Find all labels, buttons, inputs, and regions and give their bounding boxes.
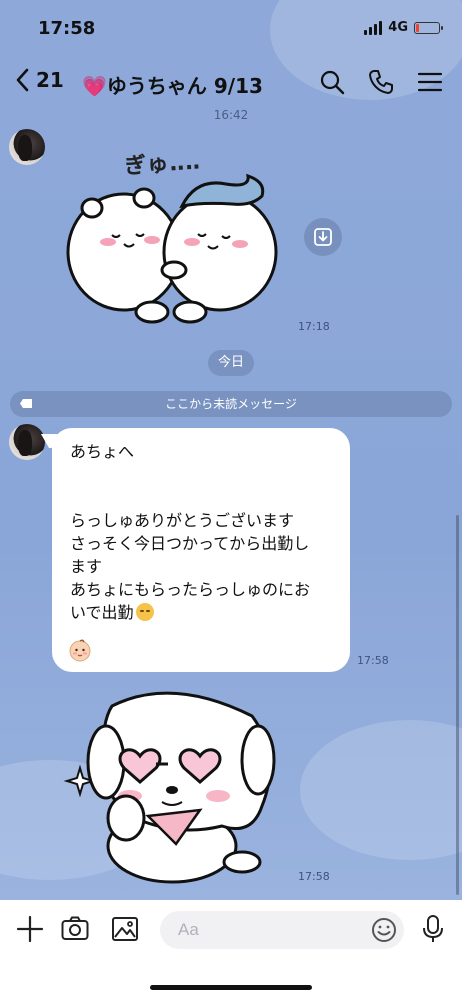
download-icon	[314, 228, 332, 246]
avatar[interactable]	[9, 424, 45, 460]
signal-icon	[364, 20, 383, 35]
scrollbar[interactable]	[456, 515, 459, 895]
emoji-icon[interactable]	[370, 916, 398, 944]
unread-divider-label: ここから未読メッセージ	[165, 397, 297, 411]
unread-count: 21	[36, 68, 64, 92]
message-line	[70, 463, 334, 486]
baby-emoji	[69, 639, 91, 662]
message-time: 17:58	[357, 654, 389, 667]
message-input[interactable]	[160, 911, 404, 949]
hug-sticker[interactable]: ぎゅ‥‥	[62, 140, 282, 330]
status-bar: 17:58 4G	[0, 0, 462, 58]
tag-icon	[20, 399, 32, 408]
camera-icon[interactable]	[60, 914, 90, 944]
unread-divider: ここから未読メッセージ	[10, 391, 452, 417]
back-button[interactable]: 21	[14, 66, 64, 94]
dog-sticker[interactable]	[62, 686, 282, 886]
battery-icon	[414, 21, 443, 34]
chat-title[interactable]: 💗ゆうちゃん 9/13	[82, 70, 263, 99]
message-time: 16:42	[213, 108, 249, 122]
chat-header: 21 💗ゆうちゃん 9/13	[0, 58, 462, 108]
message-line: いで出勤	[70, 603, 134, 622]
message-line: らっしゅありがとうございます	[70, 511, 295, 530]
message-time: 17:18	[298, 320, 330, 333]
message-line	[70, 486, 334, 509]
message-line: ます	[70, 557, 103, 576]
home-indicator[interactable]	[150, 985, 312, 990]
date-divider: 今日	[208, 350, 254, 376]
message-line: さっそく今日つかってから出勤し	[70, 534, 310, 553]
microphone-icon[interactable]	[418, 914, 448, 944]
search-icon[interactable]	[318, 68, 346, 96]
message-bubble[interactable]: あちょへ らっしゅありがとうございます さっそく今日つかってから出勤し ます あ…	[52, 428, 350, 672]
hug-sticker-illustration	[66, 173, 278, 324]
chat-screen: 17:58 4G 21 💗ゆうちゃん 9/13 16:42 ぎゅ‥‥ 17:18…	[0, 0, 462, 900]
background-cloud	[300, 720, 462, 860]
message-line: あちょへ	[70, 442, 135, 461]
image-icon[interactable]	[110, 914, 140, 944]
plus-icon[interactable]	[15, 914, 45, 944]
dog-sticker-illustration	[63, 691, 276, 884]
chevron-left-icon	[16, 68, 29, 92]
status-time: 17:58	[38, 18, 96, 39]
pensive-face-emoji	[135, 603, 154, 621]
avatar[interactable]	[9, 129, 45, 165]
message-time: 17:58	[298, 870, 330, 883]
phone-icon[interactable]	[367, 68, 395, 96]
download-button[interactable]	[304, 218, 342, 256]
menu-icon[interactable]	[416, 68, 444, 96]
network-label: 4G	[388, 20, 408, 35]
message-line: あちょにもらったらっしゅのにお	[70, 580, 311, 599]
